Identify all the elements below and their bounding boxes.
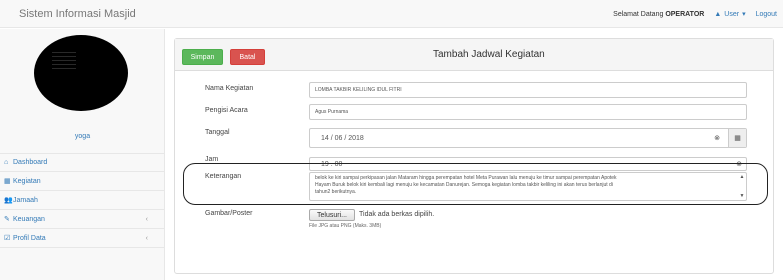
caret-down-icon: ▾ <box>742 11 746 18</box>
keterangan-line: Hayam Buruk belok kiri kembali lagi menu… <box>315 182 613 188</box>
tanggal-input[interactable]: 14 / 06 / 2018 ⊗ ▦ <box>309 128 747 148</box>
form-row-nama-kegiatan: Nama Kegiatan LOMBA TAKBIR KELILING IDUL… <box>188 82 768 98</box>
keterangan-line: tahun2 berikutnya. <box>315 189 357 195</box>
users-icon: 👥 <box>4 197 13 204</box>
sidebar-item-jamaah[interactable]: 👥 Jamaah <box>0 191 164 210</box>
form-panel: Simpan Batal Tambah Jadwal Kegiatan Nama… <box>174 38 774 274</box>
nama-kegiatan-label: Nama Kegiatan <box>205 85 254 92</box>
user-menu-label: User <box>724 10 740 18</box>
nama-kegiatan-input[interactable]: LOMBA TAKBIR KELILING IDUL FITRI <box>309 82 747 98</box>
sidebar-item-label: Profil Data <box>13 234 46 242</box>
calendar-icon[interactable]: ▦ <box>728 129 746 147</box>
pengisi-acara-label: Pengisi Acara <box>205 107 248 114</box>
sidebar-item-label: Jamaah <box>13 196 38 204</box>
textarea-scrollbar[interactable]: ▲ ▼ <box>739 174 745 200</box>
keterangan-textarea[interactable]: belok ke kiri sampai perkipasan jalan Ma… <box>309 172 747 201</box>
sidebar-item-label: Keuangan <box>13 215 45 223</box>
gambar-label: Gambar/Poster <box>205 210 253 217</box>
browse-file-button[interactable]: Telusuri... <box>309 209 355 221</box>
form-row-keterangan: Keterangan belok ke kiri sampai perkipas… <box>188 170 768 202</box>
logout-link[interactable]: Logout <box>756 11 777 18</box>
sidebar-item-label: Dashboard <box>13 159 48 166</box>
tanggal-label: Tanggal <box>205 129 230 136</box>
top-navbar: Sistem Informasi Masjid Selamat Datang O… <box>0 0 783 28</box>
app-title[interactable]: Sistem Informasi Masjid <box>19 8 136 20</box>
panel-heading: Simpan Batal Tambah Jadwal Kegiatan <box>175 39 773 71</box>
welcome-text: Selamat Datang OPERATOR <box>613 10 705 18</box>
file-hint-text: File JPG atau PNG (Maks. 3MB) <box>309 223 382 229</box>
calendar-icon: ▦ <box>4 178 11 185</box>
tanggal-value: 14 / 06 / 2018 <box>321 134 364 142</box>
chevron-left-icon: ‹ <box>145 234 148 242</box>
save-button[interactable]: Simpan <box>182 49 223 65</box>
sidebar-item-dashboard[interactable]: ⌂ Dashboard <box>0 153 164 172</box>
sidebar-item-kegiatan[interactable]: ▦ Kegiatan <box>0 172 164 191</box>
form-row-pengisi-acara: Pengisi Acara Agus Purnama <box>188 104 768 120</box>
form-row-gambar: Gambar/Poster Telusuri... Tidak ada berk… <box>188 209 768 239</box>
file-status-text: Tidak ada berkas dipilih. <box>359 211 435 218</box>
sidebar-menu: ⌂ Dashboard ▦ Kegiatan 👥 Jamaah ✎ Keuang… <box>0 153 164 248</box>
clear-date-icon[interactable]: ⊗ <box>714 134 720 142</box>
user-menu-button[interactable]: ▲ User ▾ <box>714 10 746 19</box>
keterangan-label: Keterangan <box>205 173 242 180</box>
form-row-tanggal: Tanggal 14 / 06 / 2018 ⊗ ▦ <box>188 126 768 150</box>
jam-label: Jam <box>205 156 219 163</box>
navbar-right: Selamat Datang OPERATOR ▲ User ▾ Logout <box>613 10 777 19</box>
sidebar-username[interactable]: yoga <box>0 133 165 140</box>
cancel-button[interactable]: Batal <box>230 49 265 65</box>
pengisi-acara-input[interactable]: Agus Purnama <box>309 104 747 120</box>
sidebar: yoga ⌂ Dashboard ▦ Kegiatan 👥 Jamaah ✎ K… <box>0 29 165 280</box>
scroll-down-icon[interactable]: ▼ <box>740 193 745 200</box>
chevron-left-icon: ‹ <box>145 215 148 223</box>
sidebar-item-keuangan[interactable]: ✎ Keuangan ‹ <box>0 210 164 229</box>
user-icon: ▲ <box>714 10 722 18</box>
scroll-up-icon[interactable]: ▲ <box>740 174 745 181</box>
avatar <box>34 35 128 111</box>
pencil-icon: ✎ <box>4 216 10 223</box>
sidebar-item-profil-data[interactable]: ☑ Profil Data ‹ <box>0 229 164 248</box>
home-icon: ⌂ <box>4 159 9 166</box>
keterangan-line: belok ke kiri sampai perkipasan jalan Ma… <box>315 175 617 181</box>
page-title: Tambah Jadwal Kegiatan <box>433 49 545 60</box>
sidebar-item-label: Kegiatan <box>13 177 41 185</box>
edit-icon: ☑ <box>4 235 11 242</box>
